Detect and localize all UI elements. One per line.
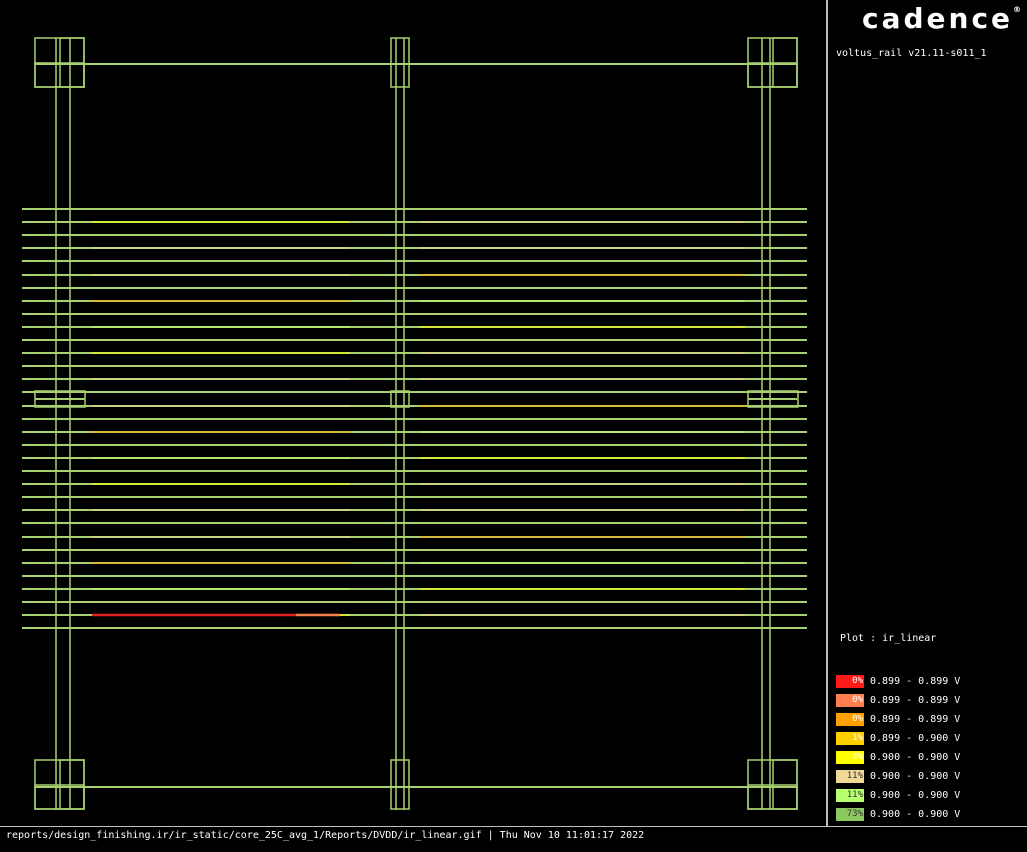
legend-range: 0.900 - 0.900 V — [870, 771, 961, 782]
legend-row: 11% 0.900 - 0.900 V — [836, 767, 960, 786]
power-grid-plot — [22, 37, 807, 810]
status-text: reports/design_finishing.ir/ir_static/co… — [6, 830, 645, 841]
via-stack — [390, 390, 410, 408]
legend-swatch: 4% — [836, 751, 864, 764]
via-stack — [390, 37, 410, 88]
tool-version: voltus_rail v21.11-s011_1 — [836, 48, 987, 59]
legend-swatch: 0% — [836, 675, 864, 688]
legend-swatch: 1% — [836, 732, 864, 745]
voltage-legend: 0% 0.899 - 0.899 V 0% 0.899 - 0.899 V 0% 0.89… — [836, 672, 960, 824]
legend-swatch: 0% — [836, 694, 864, 707]
status-bar: reports/design_finishing.ir/ir_static/co… — [0, 826, 1027, 852]
legend-range: 0.899 - 0.899 V — [870, 676, 961, 687]
logo-registered-mark: ® — [1013, 4, 1022, 14]
side-panel: cadence® voltus_rail v21.11-s011_1 Plot … — [826, 0, 1027, 826]
legend-row: 0% 0.899 - 0.899 V — [836, 691, 960, 710]
via-stack — [390, 759, 410, 810]
legend-swatch: 11% — [836, 789, 864, 802]
legend-swatch: 73% — [836, 808, 864, 821]
legend-row: 4% 0.900 - 0.900 V — [836, 748, 960, 767]
legend-row: 11% 0.900 - 0.900 V — [836, 786, 960, 805]
logo-text: cadence — [862, 2, 1014, 35]
legend-row: 0% 0.899 - 0.899 V — [836, 710, 960, 729]
legend-range: 0.900 - 0.900 V — [870, 809, 961, 820]
legend-swatch: 0% — [836, 713, 864, 726]
legend-row: 73% 0.900 - 0.900 V — [836, 805, 960, 824]
legend-row: 0% 0.899 - 0.899 V — [836, 672, 960, 691]
plot-type-label: Plot : ir_linear — [840, 633, 937, 644]
ir-drop-plot-area — [0, 0, 826, 826]
legend-row: 1% 0.899 - 0.900 V — [836, 729, 960, 748]
legend-range: 0.900 - 0.900 V — [870, 790, 961, 801]
legend-range: 0.899 - 0.899 V — [870, 714, 961, 725]
cadence-logo: cadence® — [862, 2, 1021, 35]
legend-range: 0.899 - 0.900 V — [870, 733, 961, 744]
legend-range: 0.900 - 0.900 V — [870, 752, 961, 763]
legend-swatch: 11% — [836, 770, 864, 783]
legend-range: 0.899 - 0.899 V — [870, 695, 961, 706]
